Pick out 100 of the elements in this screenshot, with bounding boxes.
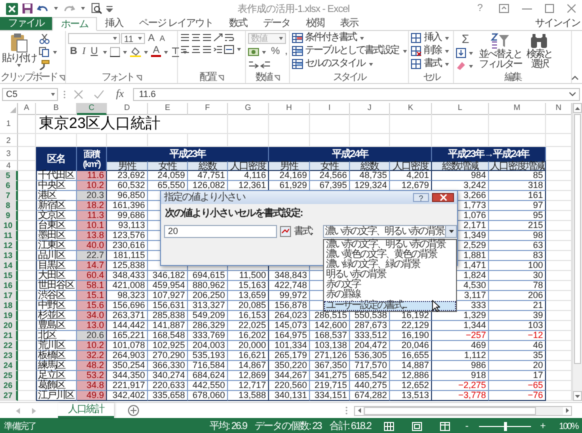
table-cell: 340,274	[148, 371, 188, 381]
insert-function-button[interactable]: fx	[112, 88, 128, 100]
row-header[interactable]: 18	[0, 301, 18, 311]
value-field[interactable]: 20	[164, 225, 277, 238]
row-header[interactable]: 27	[0, 391, 18, 401]
cells-button[interactable]: 削除	[411, 46, 451, 56]
table-cell: 32.2	[77, 351, 107, 361]
row-header[interactable]: 16	[0, 281, 18, 291]
row-header[interactable]: 10	[0, 221, 18, 231]
column-header[interactable]: G	[228, 103, 269, 115]
help-button[interactable]: ?	[474, 3, 486, 14]
sheet-tab[interactable]: 人口統計	[58, 403, 114, 418]
shrink-font-button[interactable]: A	[158, 34, 168, 44]
column-header[interactable]: J	[350, 103, 390, 115]
table-cell: 342,402	[107, 391, 148, 401]
name-box[interactable]: C5	[2, 88, 58, 100]
column-header[interactable]: H	[269, 103, 310, 115]
table-cell: 348,433	[107, 271, 148, 281]
cells-button[interactable]: 書式	[411, 59, 451, 69]
style-button[interactable]: セルのスタイル	[292, 59, 374, 69]
ribbon-tab[interactable]: 校閲	[298, 17, 332, 30]
row-header[interactable]: 2	[0, 134, 18, 147]
row-header[interactable]: 7	[0, 191, 18, 201]
table-cell: 918	[432, 371, 489, 381]
row-header[interactable]: 20	[0, 321, 18, 331]
row-header[interactable]: 23	[0, 351, 18, 361]
formula-field[interactable]: 11.6	[132, 88, 580, 100]
zoom-out-button[interactable]: -	[462, 420, 471, 432]
italic-button[interactable]: I	[80, 47, 88, 57]
row-header[interactable]: 17	[0, 291, 18, 301]
table-cell: 大田区	[36, 271, 77, 281]
bold-button[interactable]: B	[68, 47, 80, 57]
table-cell: 10.1	[77, 221, 107, 231]
row-header[interactable]: 5	[0, 171, 18, 181]
table-cell: −3,778	[432, 391, 489, 401]
ribbon-tab[interactable]: ファイル	[0, 17, 52, 30]
ribbon-tab[interactable]: 数式	[220, 17, 255, 30]
column-header[interactable]: M	[489, 103, 546, 115]
row-header[interactable]: 9	[0, 211, 18, 221]
row-header[interactable]: 26	[0, 381, 18, 391]
row-header[interactable]: 25	[0, 371, 18, 381]
find-select-button[interactable]: 検索と 選択	[526, 33, 553, 70]
format-dropdown[interactable]: 濃い赤の文字、明るい赤の背景	[323, 225, 457, 238]
row-header[interactable]: 12	[0, 241, 18, 251]
table-cell: −12	[489, 331, 546, 341]
percent-button[interactable]: %	[269, 47, 282, 57]
row-header[interactable]: 11	[0, 231, 18, 241]
column-header[interactable]: N	[546, 103, 572, 115]
column-header[interactable]: F	[188, 103, 228, 115]
table-header: 人口密度増減	[489, 161, 546, 171]
table-cell: 717,570	[350, 361, 390, 371]
column-header[interactable]: C	[77, 103, 107, 115]
row-header[interactable]: 1	[0, 114, 18, 134]
table-cell: 168,537	[310, 331, 350, 341]
column-header[interactable]: I	[310, 103, 350, 115]
row-header[interactable]: 14	[0, 261, 18, 271]
column-header[interactable]: K	[390, 103, 432, 115]
table-cell: 品川区	[36, 251, 77, 261]
column-header[interactable]: B	[36, 103, 77, 115]
table-cell: 中野区	[36, 301, 77, 311]
row-header[interactable]: 22	[0, 341, 18, 351]
row-header[interactable]: 3	[0, 147, 18, 161]
column-header[interactable]: D	[107, 103, 148, 115]
sort-filter-button[interactable]: 並べ替えと フィルター	[478, 33, 522, 70]
grow-font-button[interactable]: A	[146, 34, 157, 44]
column-header[interactable]: L	[432, 103, 489, 115]
ribbon-tab[interactable]: 挿入	[97, 17, 131, 30]
ribbon-tab[interactable]: ホーム	[52, 17, 97, 31]
table-cell: 12,869	[228, 371, 269, 381]
ribbon-tab[interactable]: データ	[254, 17, 298, 30]
table-cell: 16,190	[390, 331, 432, 341]
row-header[interactable]: 13	[0, 251, 18, 261]
paste-button[interactable]: 貼り付け	[2, 33, 36, 67]
table-cell: 39	[489, 311, 546, 321]
zoom-in-button[interactable]: +	[538, 420, 547, 432]
zoom-level[interactable]: 100%	[554, 421, 578, 431]
row-header[interactable]: 8	[0, 201, 18, 211]
help-button[interactable]: ?	[413, 193, 429, 202]
style-button[interactable]: テーブルとして書式設定	[292, 46, 408, 56]
column-header[interactable]: E	[148, 103, 188, 115]
row-header[interactable]: 4	[0, 161, 18, 171]
sign-in-link[interactable]: サインイン	[535, 17, 582, 30]
row-header[interactable]: 21	[0, 331, 18, 341]
ribbon-tab[interactable]: 表示	[332, 17, 366, 30]
font-color-button[interactable]: A	[150, 47, 162, 57]
table-header: 平成24年	[269, 147, 432, 161]
ribbon-tab[interactable]: ページ レイアウト	[131, 17, 221, 30]
row-header[interactable]: 24	[0, 361, 18, 371]
comma-button[interactable]: ,	[282, 47, 290, 57]
column-header[interactable]: A	[18, 103, 36, 115]
table-cell: 22,025	[228, 321, 269, 331]
style-button[interactable]: 条件付き書式	[292, 33, 366, 43]
row-header[interactable]: 6	[0, 181, 18, 191]
row-header[interactable]: 19	[0, 311, 18, 321]
underline-button[interactable]: U	[88, 47, 100, 57]
row-header[interactable]: 15	[0, 271, 18, 281]
font-size-field[interactable]: 11	[121, 33, 145, 44]
table-cell: 10.2	[77, 341, 107, 351]
cells-button[interactable]: 挿入	[411, 33, 451, 43]
autosum-button[interactable]: Σ	[456, 34, 475, 45]
